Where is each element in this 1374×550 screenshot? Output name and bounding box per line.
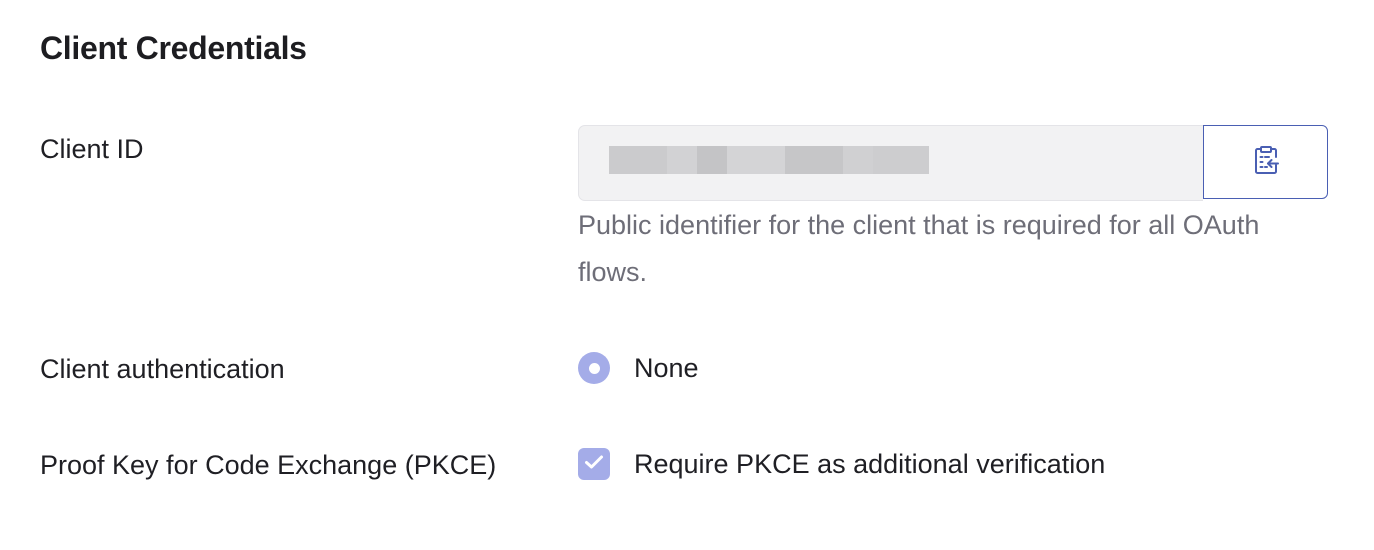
- client-id-label: Client ID: [40, 134, 144, 164]
- section-title: Client Credentials: [40, 30, 307, 66]
- client-credentials-panel: Client Credentials Client ID Public iden…: [0, 0, 1374, 550]
- client-id-input[interactable]: [578, 125, 1203, 201]
- none-radio[interactable]: [578, 352, 610, 384]
- clipboard-copy-icon: [1253, 145, 1279, 180]
- checkmark-icon: [584, 454, 604, 475]
- copy-client-id-button[interactable]: [1203, 125, 1328, 199]
- require-pkce-label: Require PKCE as additional verification: [634, 448, 1106, 479]
- none-radio-label: None: [634, 352, 699, 383]
- require-pkce-option[interactable]: Require PKCE as additional verification: [578, 448, 1105, 480]
- pkce-label: Proof Key for Code Exchange (PKCE): [40, 450, 497, 480]
- client-id-helper-text: Public identifier for the client that is…: [578, 210, 1260, 287]
- client-authentication-label: Client authentication: [40, 354, 285, 384]
- require-pkce-checkbox[interactable]: [578, 448, 610, 480]
- client-auth-none-option[interactable]: None: [578, 352, 699, 384]
- client-id-masked-value: [609, 146, 929, 174]
- client-id-field-group: [578, 125, 1330, 201]
- radio-selected-dot: [588, 362, 600, 374]
